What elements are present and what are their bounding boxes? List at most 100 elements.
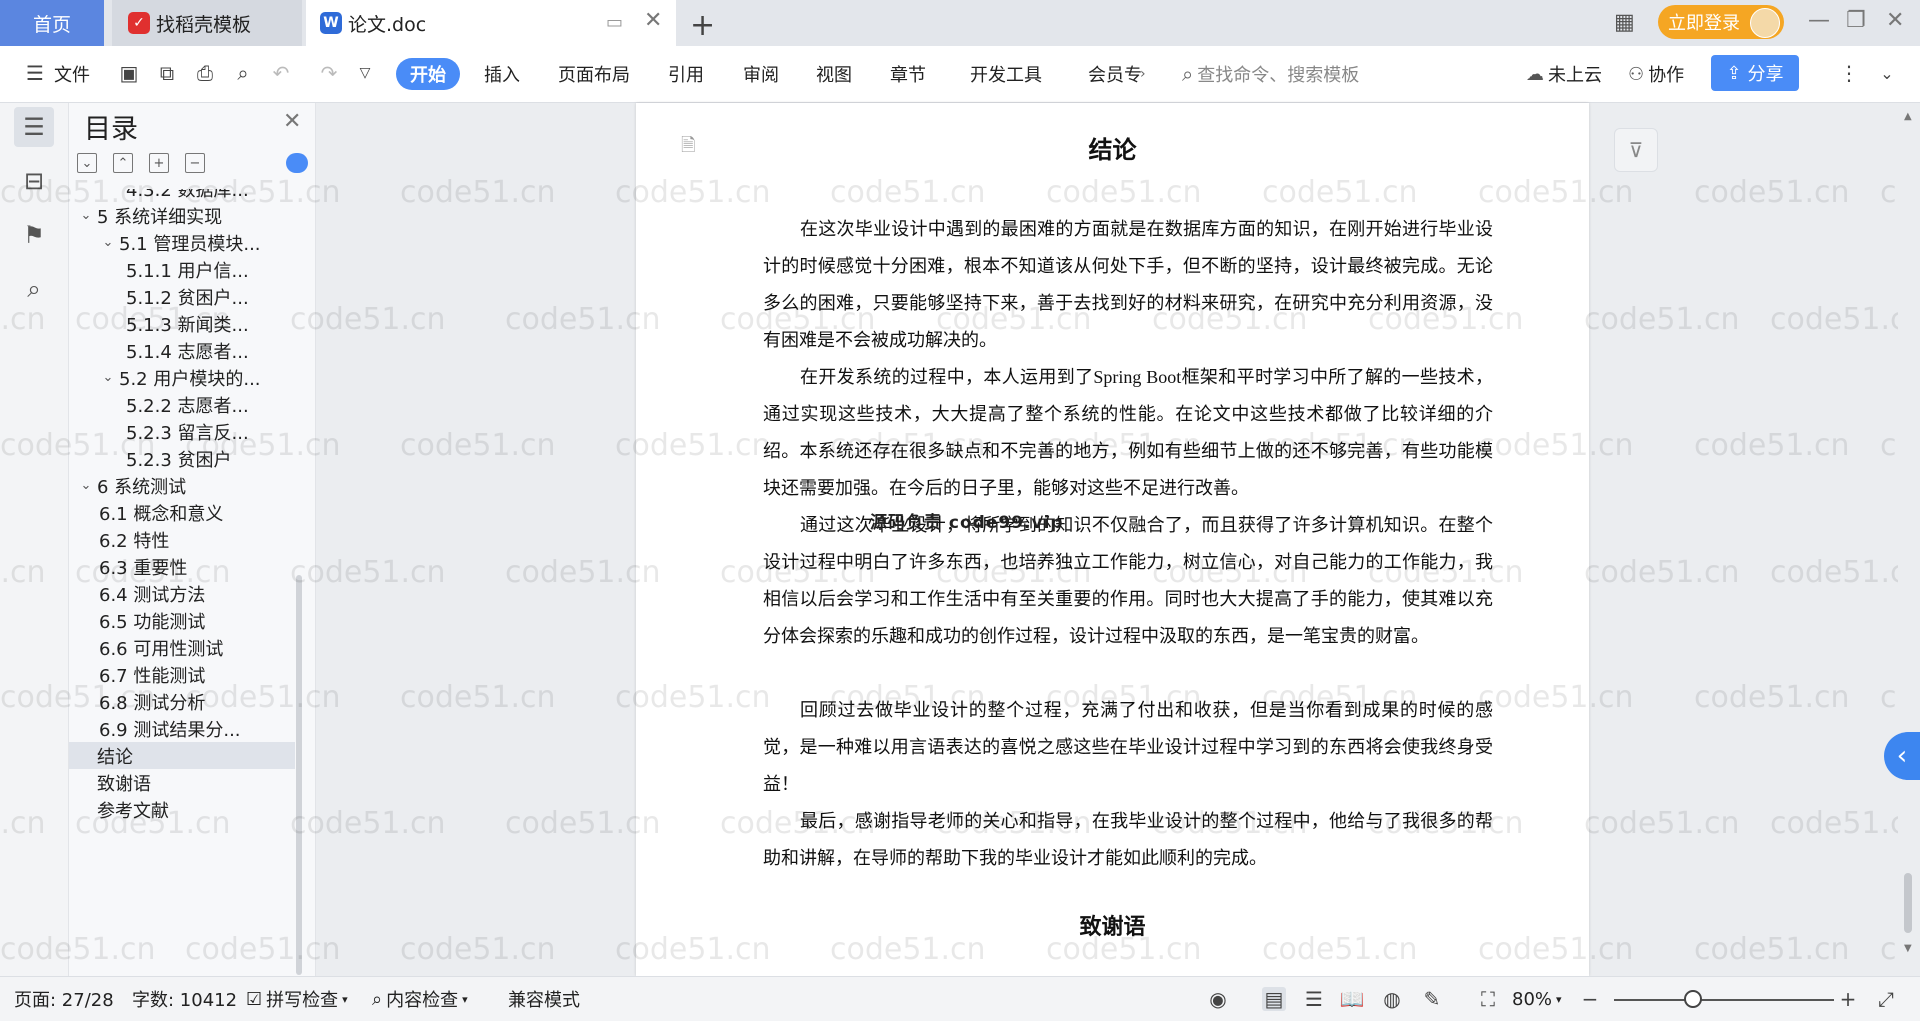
tab-document[interactable]: W 论文.doc ▭ ✕ [306, 0, 676, 46]
restore-icon[interactable]: ❐ [1846, 8, 1866, 33]
collapse-ribbon-icon[interactable]: ⌄ [1874, 60, 1900, 86]
document-page[interactable]: 🗎 结论 在这次毕业设计中遇到的最困难的方面就是在数据库方面的知识，在刚开始进行… [636, 103, 1589, 976]
screen-icon[interactable]: ▭ [606, 12, 623, 33]
menu-developer[interactable]: 开发工具 [970, 46, 1042, 102]
collab-button[interactable]: ⚇ 协作 [1628, 46, 1684, 102]
menu-start[interactable]: 开始 [396, 58, 460, 90]
toc-item[interactable]: ⌄ 5 系统详细实现 [69, 202, 295, 229]
toc-item[interactable]: 6.7 性能测试 [69, 661, 295, 688]
web-view-icon[interactable]: ◍ [1380, 987, 1404, 1011]
chevron-down-icon[interactable]: ⌄ [99, 370, 117, 385]
toc-item[interactable]: 5.1.4 志愿者... [69, 337, 295, 364]
more-options-icon[interactable]: ⋮ [1836, 60, 1862, 86]
chevron-down-icon[interactable]: ⌄ [77, 478, 95, 493]
close-tab-icon[interactable]: ✕ [644, 8, 662, 33]
menu-page-layout[interactable]: 页面布局 [558, 46, 630, 102]
side-panel-toggle-icon[interactable]: ‹ [1884, 732, 1920, 780]
toc-item[interactable]: 6.1 概念和意义 [69, 499, 295, 526]
toc-item[interactable]: 5.2.3 贫困户 [69, 445, 295, 472]
scroll-down-icon[interactable]: ▼ [1904, 943, 1912, 954]
toc-item[interactable]: 5.2.3 留言反... [69, 418, 295, 445]
menu-references[interactable]: 引用 [668, 46, 704, 102]
toc-item[interactable]: 致谢语 [69, 769, 295, 796]
close-toc-icon[interactable]: ✕ [283, 109, 301, 134]
page-view-icon[interactable]: ▤ [1262, 987, 1286, 1011]
cloud-status[interactable]: ☁ 未上云 [1526, 46, 1602, 102]
toc-item[interactable]: 结论 [69, 742, 295, 769]
toc-item[interactable]: 5.1.3 新闻类... [69, 310, 295, 337]
word-count[interactable]: 字数: 10412 [132, 977, 237, 1021]
outline-view-icon[interactable]: ☰ [1302, 987, 1326, 1011]
zoom-slider[interactable] [1614, 999, 1834, 1001]
filter-icon[interactable]: ⊽ [1614, 128, 1658, 172]
menu-chapter[interactable]: 章节 [890, 46, 926, 102]
add-heading-icon[interactable]: + [149, 153, 169, 173]
tab-template[interactable]: ✓ 找稻壳模板 [112, 0, 302, 46]
reading-view-icon[interactable]: 📖 [1340, 987, 1365, 1011]
quick-access-dropdown-icon[interactable]: ▽ [352, 60, 378, 86]
eye-protect-icon[interactable]: ◉ [1206, 987, 1230, 1011]
spell-check[interactable]: ☑ 拼写检查 ▾ [246, 977, 348, 1021]
tab-home[interactable]: 首页 [0, 0, 104, 46]
chevron-down-icon[interactable]: ⌄ [77, 208, 95, 223]
menu-view[interactable]: 视图 [816, 46, 852, 102]
menu-member[interactable]: 会员专 [1088, 46, 1142, 102]
toc-item[interactable]: 5.1.2 贫困户... [69, 283, 295, 310]
toc-item[interactable]: ⌄ 5.1 管理员模块... [69, 229, 295, 256]
edit-pen-icon[interactable]: ✎ [1420, 987, 1444, 1011]
toc-item[interactable]: 6.4 测试方法 [69, 580, 295, 607]
toc-panel: 目录 ✕ ⌄ ⌃ + − 4.3.2 数据库... ⌄ 5 系统详细实现 ⌄ 5.1 管… [69, 103, 316, 976]
fullscreen-icon[interactable]: ⤢ [1874, 987, 1898, 1011]
content-check[interactable]: ⌕ 内容检查 ▾ [372, 977, 468, 1021]
redo-icon[interactable]: ↷ [316, 60, 342, 86]
minimize-icon[interactable]: — [1808, 8, 1830, 33]
fit-page-icon[interactable]: ⛶ [1476, 987, 1500, 1011]
toc-item[interactable]: 6.5 功能测试 [69, 607, 295, 634]
bookmark-icon[interactable]: ⚑ [14, 215, 54, 255]
toc-item[interactable]: 参考文献 [69, 796, 295, 823]
toc-item[interactable]: 4.3.2 数据库... [69, 189, 295, 202]
zoom-level[interactable]: 80% ▾ [1512, 977, 1562, 1021]
toc-item[interactable]: ⌄ 6 系统测试 [69, 472, 295, 499]
collapse-all-icon[interactable]: ⌃ [113, 153, 133, 173]
toc-item[interactable]: 5.2.2 志愿者... [69, 391, 295, 418]
toc-item[interactable]: 6.6 可用性测试 [69, 634, 295, 661]
toc-panel-icon[interactable]: ☰ [14, 107, 54, 147]
toc-item[interactable]: 6.2 特性 [69, 526, 295, 553]
menu-more-arrow-icon[interactable]: › [1140, 46, 1146, 102]
menu-review[interactable]: 审阅 [743, 46, 779, 102]
ai-assistant-icon[interactable] [286, 153, 308, 173]
toc-item[interactable]: 6.8 测试分析 [69, 688, 295, 715]
file-menu[interactable]: 文件 [54, 46, 90, 102]
vertical-scrollbar[interactable]: ▲ ▼ [1898, 103, 1920, 976]
scroll-up-icon[interactable]: ▲ [1904, 111, 1912, 122]
chevron-down-icon[interactable]: ⌄ [99, 235, 117, 250]
zoom-out-icon[interactable]: − [1578, 987, 1602, 1011]
hamburger-menu-icon[interactable]: ☰ [22, 60, 48, 86]
menu-insert[interactable]: 插入 [484, 46, 520, 102]
export-icon[interactable]: ⧉ [154, 60, 180, 86]
close-window-icon[interactable]: ✕ [1886, 8, 1904, 33]
undo-icon[interactable]: ↶ [268, 60, 294, 86]
login-button[interactable]: 立即登录 [1658, 5, 1784, 39]
grid-apps-icon[interactable]: ▦ [1614, 10, 1635, 35]
zoom-slider-knob[interactable] [1684, 990, 1702, 1008]
save-icon[interactable]: ▣ [116, 60, 142, 86]
zoom-in-icon[interactable]: + [1836, 987, 1860, 1011]
find-icon[interactable]: ⌕ [14, 269, 54, 309]
toc-item[interactable]: 6.3 重要性 [69, 553, 295, 580]
toc-item[interactable]: ⌄ 5.2 用户模块的... [69, 364, 295, 391]
scroll-thumb[interactable] [1904, 873, 1912, 933]
toc-item[interactable]: 6.9 测试结果分... [69, 715, 295, 742]
toc-scrollbar[interactable] [296, 575, 302, 975]
toc-item[interactable]: 5.1.1 用户信... [69, 256, 295, 283]
new-tab-button[interactable]: + [690, 8, 715, 43]
print-icon[interactable]: ⎙ [192, 60, 218, 86]
page-count[interactable]: 页面: 27/28 [14, 977, 114, 1021]
outline-icon[interactable]: ⊟ [14, 161, 54, 201]
print-preview-icon[interactable]: ⌕ [230, 60, 256, 86]
remove-heading-icon[interactable]: − [185, 153, 205, 173]
share-button[interactable]: ⇪ 分享 [1711, 55, 1799, 91]
expand-all-icon[interactable]: ⌄ [77, 153, 97, 173]
command-search[interactable]: ⌕ 查找命令、搜索模板 [1182, 46, 1359, 102]
